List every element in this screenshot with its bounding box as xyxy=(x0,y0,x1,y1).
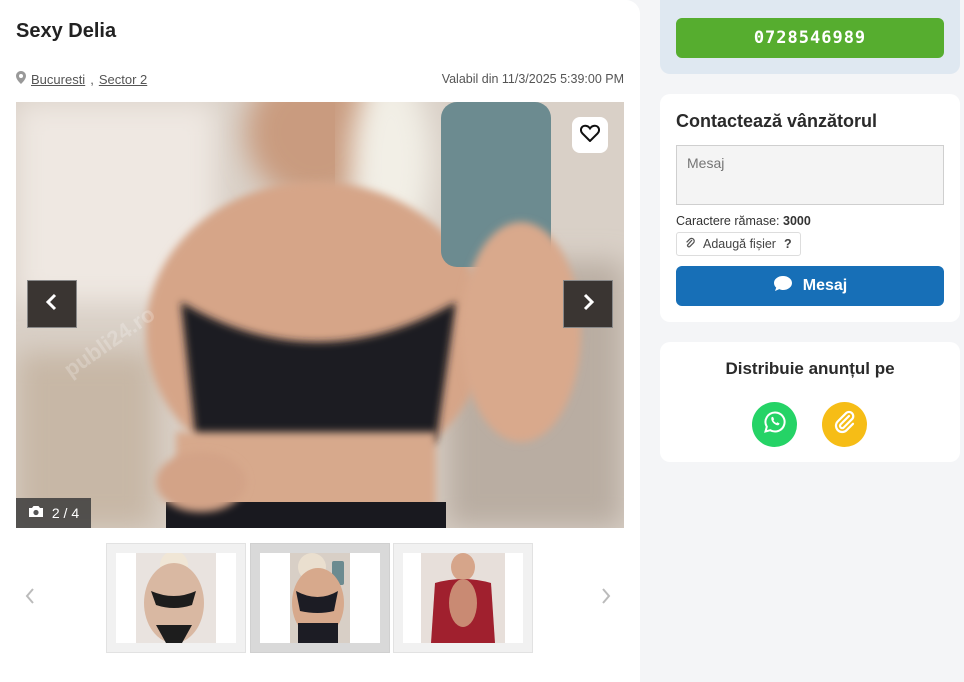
thumbnail-3[interactable] xyxy=(393,543,533,653)
location-separator: , xyxy=(90,71,94,87)
phone-panel: 0728546989 xyxy=(660,0,960,74)
chars-remaining-count: 3000 xyxy=(783,214,811,228)
thumbnail-1[interactable] xyxy=(106,543,246,653)
photo-gallery[interactable]: publi24.ro 2 / 4 xyxy=(16,102,624,528)
send-message-label: Mesaj xyxy=(802,277,848,294)
thumbnail-image-3 xyxy=(421,553,505,643)
copy-link-button[interactable] xyxy=(822,402,867,447)
chars-remaining: Caractere rămase: 3000 xyxy=(676,214,811,228)
contact-title: Contactează vânzătorul xyxy=(676,111,878,131)
thumbnail-2[interactable] xyxy=(250,543,390,653)
photo-counter-text: 2 / 4 xyxy=(51,505,80,521)
share-title: Distribuie anunțul pe xyxy=(725,359,895,378)
chat-bubble-icon xyxy=(773,275,793,297)
chars-remaining-label: Caractere rămase: xyxy=(676,214,780,228)
valid-from-date: Valabil din 11/3/2025 5:39:00 PM xyxy=(441,72,624,86)
paperclip-icon xyxy=(685,237,695,252)
add-file-button[interactable]: Adaugă fișier ? xyxy=(676,232,801,256)
location-sector-link[interactable]: Sector 2 xyxy=(99,72,147,87)
thumbnail-image-2 xyxy=(290,553,350,643)
listing-title: Sexy Delia xyxy=(16,20,117,42)
listing-location: Bucuresti, Sector 2 xyxy=(16,71,147,87)
thumbnail-strip xyxy=(16,542,624,654)
thumbs-next-button[interactable] xyxy=(594,586,618,610)
chevron-right-icon xyxy=(600,587,612,610)
main-photo: publi24.ro xyxy=(16,102,624,528)
thumbs-prev-button[interactable] xyxy=(18,586,42,610)
chevron-left-icon xyxy=(45,293,59,316)
map-pin-icon xyxy=(16,71,26,87)
photo-counter: 2 / 4 xyxy=(16,498,91,528)
message-textarea[interactable] xyxy=(676,145,944,205)
share-whatsapp-button[interactable] xyxy=(752,402,797,447)
camera-icon xyxy=(28,505,44,521)
share-panel: Distribuie anunțul pe xyxy=(660,342,960,462)
gallery-next-button[interactable] xyxy=(563,280,613,328)
gallery-prev-button[interactable] xyxy=(27,280,77,328)
favorite-button[interactable] xyxy=(572,117,608,153)
heart-icon xyxy=(579,124,601,147)
contact-seller-panel: Contactează vânzătorul Caractere rămase:… xyxy=(660,94,960,322)
add-file-help[interactable]: ? xyxy=(784,237,792,251)
send-message-button[interactable]: Mesaj xyxy=(676,266,944,306)
add-file-label: Adaugă fișier xyxy=(703,237,776,251)
location-city-link[interactable]: Bucuresti xyxy=(31,72,85,87)
link-icon xyxy=(833,410,857,439)
chevron-left-icon xyxy=(24,587,36,610)
chevron-right-icon xyxy=(581,293,595,316)
phone-number-button[interactable]: 0728546989 xyxy=(676,18,944,58)
listing-card: Sexy Delia Bucuresti, Sector 2 Valabil d… xyxy=(0,0,640,682)
whatsapp-icon xyxy=(763,410,787,439)
thumbnail-image-1 xyxy=(136,553,216,643)
